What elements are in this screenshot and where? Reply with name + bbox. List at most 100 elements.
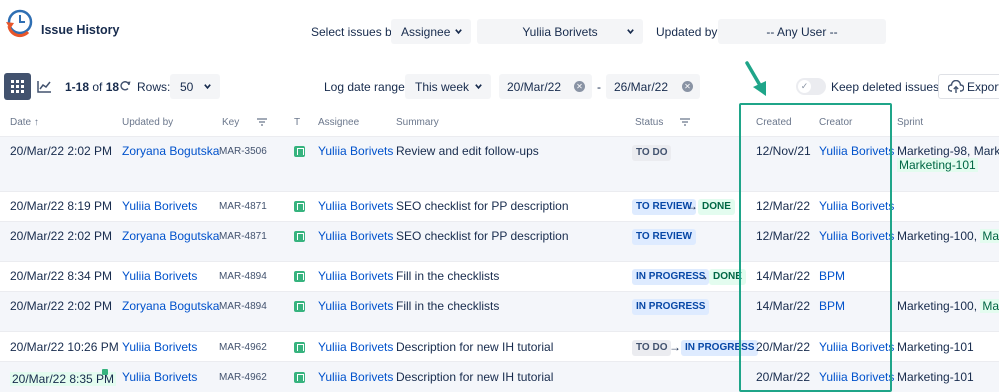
creator-link[interactable]: Yuliia Borivets (819, 199, 894, 213)
issue-key-link[interactable]: MAR-4962 (219, 372, 267, 383)
updated-by-link[interactable]: Yuliia Borivets (122, 269, 197, 283)
log-range-value: This week (415, 79, 470, 94)
assignee-link[interactable]: Yuliia Borivets (318, 299, 393, 313)
summary-cell[interactable]: SEO checklist for PP description (396, 229, 569, 243)
summary-cell[interactable]: Description for new IH tutorial (396, 370, 553, 384)
assignee-link[interactable]: Yuliia Borivets (318, 269, 393, 283)
column-status[interactable]: Status (635, 117, 663, 128)
check-icon: ✓ (798, 80, 811, 93)
updated-by-link[interactable]: Yuliia Borivets (122, 340, 197, 354)
status-to-lozenge: IN PROGRESS (681, 340, 759, 356)
updated-by-link[interactable]: Zoryana Bogutska (122, 144, 219, 158)
export-button[interactable]: Export (938, 74, 999, 99)
updated-by-link[interactable]: Yuliia Borivets (122, 199, 197, 213)
sprint-cell: Marketing-101 (897, 340, 974, 354)
table-row: 20/Mar/22 8:35 PM Yuliia Borivets MAR-49… (0, 362, 999, 392)
date-cell: 20/Mar/22 8:34 PM (10, 269, 113, 283)
select-by-dropdown[interactable]: Assignee (391, 19, 471, 44)
column-summary[interactable]: Summary (396, 117, 439, 128)
clear-date-from-icon[interactable]: ✕ (574, 81, 585, 92)
sprint-active: Marke (980, 299, 999, 313)
keep-deleted-label: Keep deleted issues (831, 80, 940, 94)
issue-key-link[interactable]: MAR-4871 (219, 201, 267, 212)
export-label: Export (967, 79, 999, 94)
keep-deleted-toggle[interactable]: ✓ (796, 78, 826, 95)
date-from-value: 20/Mar/22 (507, 79, 562, 94)
date-cell: 20/Mar/22 2:02 PM (10, 229, 113, 243)
story-icon (294, 201, 305, 212)
table-row: 20/Mar/22 2:02 PM Zoryana Bogutska MAR-3… (0, 137, 999, 192)
assignee-link[interactable]: Yuliia Borivets (318, 340, 393, 354)
assignee-link[interactable]: Yuliia Borivets (318, 370, 393, 384)
sprint-cell: Marketing-100, Marke (897, 299, 999, 313)
sprint-cell: Marketing-101 (897, 370, 974, 384)
created-cell: 14/Mar/22 (756, 269, 811, 283)
date-cell: 20/Mar/22 10:26 PM (10, 340, 119, 354)
updated-by-link[interactable]: Zoryana Bogutska (122, 229, 219, 243)
page-title: Issue History (41, 23, 120, 37)
creator-link[interactable]: Yuliia Borivets (819, 144, 894, 158)
chart-view-button[interactable] (31, 73, 58, 100)
creator-link[interactable]: Yuliia Borivets (819, 340, 894, 354)
issue-key-link[interactable]: MAR-4962 (219, 342, 267, 353)
log-date-range-dropdown[interactable]: This week (405, 74, 491, 99)
column-key[interactable]: Key (222, 117, 239, 128)
story-icon (294, 146, 305, 157)
issue-key-link[interactable]: MAR-4871 (219, 231, 267, 242)
updated-by-dropdown[interactable]: -- Any User -- (718, 19, 886, 44)
select-issues-label: Select issues by: (311, 25, 402, 39)
creator-link[interactable]: BPM (819, 299, 845, 313)
arrow-right-icon: → (669, 340, 681, 354)
date-to-value: 26/Mar/22 (614, 79, 669, 94)
updated-by-value: -- Any User -- (766, 24, 838, 39)
column-created[interactable]: Created (756, 117, 792, 128)
sprint-value: Marketing-100, (897, 229, 978, 243)
column-date[interactable]: Date ↑ (10, 117, 39, 128)
status-from-lozenge: TO DO (632, 340, 672, 356)
column-sprint[interactable]: Sprint (897, 117, 923, 128)
rows-per-page-dropdown[interactable]: 50 (170, 74, 220, 99)
clear-date-to-icon[interactable]: ✕ (682, 81, 693, 92)
table-toolbar: 1-18 of 18 Rows: 50 Log date range: This… (0, 70, 999, 104)
created-cell: 20/Mar/22 (756, 370, 811, 384)
assignee-link[interactable]: Yuliia Borivets (318, 229, 393, 243)
creator-link[interactable]: BPM (819, 269, 845, 283)
filter-icon[interactable] (257, 118, 267, 126)
date-to-field[interactable]: 26/Mar/22 ✕ (606, 74, 700, 99)
column-updated-by[interactable]: Updated by (122, 117, 173, 128)
summary-cell[interactable]: Fill in the checklists (396, 299, 499, 313)
summary-cell[interactable]: Review and edit follow-ups (396, 144, 539, 158)
refresh-icon[interactable] (119, 80, 131, 92)
story-icon (294, 342, 305, 353)
assignee-link[interactable]: Yuliia Borivets (318, 199, 393, 213)
summary-cell[interactable]: SEO checklist for PP description (396, 199, 569, 213)
creator-link[interactable]: Yuliia Borivets (819, 370, 894, 384)
updated-by-link[interactable]: Yuliia Borivets (122, 370, 197, 384)
issue-key-link[interactable]: MAR-4894 (219, 271, 267, 282)
creator-link[interactable]: Yuliia Borivets (819, 229, 894, 243)
assignee-dropdown[interactable]: Yuliia Borivets (477, 19, 643, 44)
date-from-field[interactable]: 20/Mar/22 ✕ (499, 74, 592, 99)
column-assignee[interactable]: Assignee (318, 117, 359, 128)
sprint-value: Marketing-100, (897, 299, 978, 313)
filter-icon[interactable] (680, 118, 690, 126)
issue-key-link[interactable]: MAR-3506 (219, 146, 267, 157)
top-bar: Issue History Select issues by: Assignee… (0, 0, 999, 62)
line-chart-icon (37, 81, 51, 93)
updated-by-link[interactable]: Zoryana Bogutska (122, 299, 219, 313)
column-creator[interactable]: Creator (819, 117, 852, 128)
chevron-down-icon (455, 29, 462, 35)
grid-view-button[interactable] (4, 73, 31, 100)
column-type[interactable]: T (294, 117, 300, 128)
date-cell: 20/Mar/22 2:02 PM (10, 299, 113, 313)
summary-cell[interactable]: Fill in the checklists (396, 269, 499, 283)
story-icon (294, 372, 305, 383)
status-to-lozenge: DONE (698, 199, 735, 215)
assignee-link[interactable]: Yuliia Borivets (318, 144, 393, 158)
rows-label: Rows: (137, 80, 171, 94)
summary-cell[interactable]: Description for new IH tutorial (396, 340, 553, 354)
table-row: 20/Mar/22 8:34 PM Yuliia Borivets MAR-48… (0, 262, 999, 292)
updated-by-label: Updated by: (656, 25, 721, 39)
chevron-down-icon (475, 84, 482, 90)
issue-key-link[interactable]: MAR-4894 (219, 301, 267, 312)
